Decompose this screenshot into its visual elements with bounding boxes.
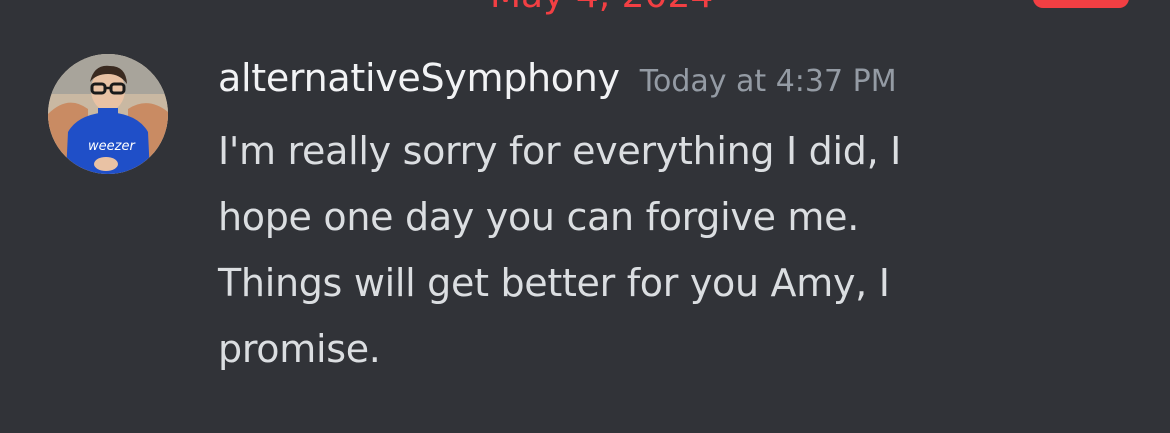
message-header: alternativeSymphony Today at 4:37 PM <box>218 56 897 100</box>
message-timestamp: Today at 4:37 PM <box>639 64 897 99</box>
date-divider: May 4, 2024 NEW <box>0 0 1170 14</box>
username[interactable]: alternativeSymphony <box>218 56 620 100</box>
chat-screen: May 4, 2024 NEW weezer alternativeSym <box>0 0 1170 433</box>
new-messages-badge[interactable]: NEW <box>1033 0 1129 8</box>
message-content: I'm really sorry for everything I did, I… <box>218 129 902 371</box>
avatar-image: weezer <box>48 54 168 174</box>
chat-message[interactable]: weezer alternativeSymphony Today at 4:37 … <box>0 50 1170 380</box>
svg-text:weezer: weezer <box>88 139 136 154</box>
avatar[interactable]: weezer <box>48 54 168 174</box>
date-divider-label: May 4, 2024 <box>490 0 713 14</box>
